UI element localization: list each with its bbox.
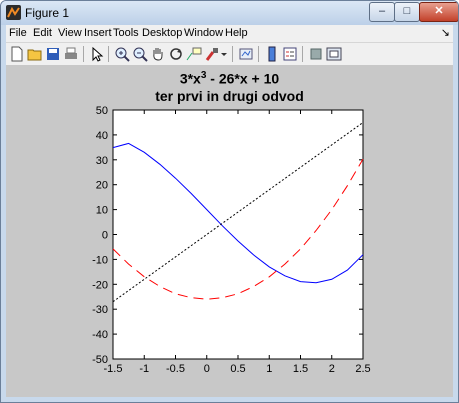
y-tick-label: -40: [92, 329, 108, 341]
x-tick-label: -1: [139, 363, 149, 375]
toolbar-separator: [232, 46, 233, 62]
minimize-button[interactable]: –: [369, 2, 395, 22]
figure-canvas: 3*x3 - 26*x + 10 ter prvi in drugi odvod…: [6, 65, 453, 397]
print-icon[interactable]: [63, 46, 79, 62]
data-cursor-icon[interactable]: [186, 46, 202, 62]
x-tick-label: 0: [204, 363, 210, 375]
window-title: Figure 1: [25, 6, 70, 20]
menu-help[interactable]: Help: [225, 27, 248, 39]
x-tick-label: -1.5: [104, 363, 123, 375]
matlab-logo-icon: [6, 5, 21, 20]
menu-desktop[interactable]: Desktop: [142, 27, 182, 39]
zoom-out-icon[interactable]: [132, 46, 148, 62]
link-plot-icon[interactable]: [238, 46, 254, 62]
y-tick-label: 20: [96, 180, 108, 192]
y-tick-label: -30: [92, 304, 108, 316]
toolbar-separator: [108, 46, 109, 62]
new-figure-icon[interactable]: [9, 46, 25, 62]
y-tick-label: 40: [96, 130, 108, 142]
maximize-button[interactable]: □: [394, 2, 420, 22]
y-tick-label: 50: [96, 105, 108, 117]
y-tick-label: -10: [92, 254, 108, 266]
x-tick-label: 0.5: [230, 363, 245, 375]
colorbar-icon[interactable]: [264, 46, 280, 62]
x-tick-label: 1.5: [293, 363, 308, 375]
menu-tools[interactable]: Tools: [113, 27, 139, 39]
y-tick-label: 0: [102, 230, 108, 242]
zoom-in-icon[interactable]: [114, 46, 130, 62]
brush-icon[interactable]: [204, 46, 220, 62]
dock-arrow-icon[interactable]: ↘: [441, 26, 450, 39]
save-icon[interactable]: [45, 46, 61, 62]
rotate-3d-icon[interactable]: [168, 46, 184, 62]
y-tick-label: 30: [96, 155, 108, 167]
toolbar-separator: [302, 46, 303, 62]
toolbar-separator: [258, 46, 259, 62]
edit-plot-arrow-icon[interactable]: [89, 46, 105, 62]
x-tick-label: 2: [329, 363, 335, 375]
legend-icon[interactable]: [282, 46, 298, 62]
y-tick-label: 10: [96, 205, 108, 217]
menu-bar: File Edit View Insert Tools Desktop Wind…: [6, 25, 453, 42]
x-tick-label: 2.5: [355, 363, 370, 375]
axes-box: [112, 109, 364, 360]
x-tick-label: 1: [266, 363, 272, 375]
y-tick-label: -20: [92, 279, 108, 291]
close-button[interactable]: ✕: [419, 2, 458, 22]
hide-plot-tools-icon[interactable]: [308, 46, 324, 62]
menu-window[interactable]: Window: [184, 27, 223, 39]
menu-insert[interactable]: Insert: [84, 27, 112, 39]
figure-toolbar: [6, 42, 453, 65]
brush-dropdown-icon[interactable]: [220, 46, 228, 62]
open-file-icon[interactable]: [27, 46, 43, 62]
show-plot-tools-icon[interactable]: [326, 46, 342, 62]
plot-area[interactable]: -50-40-30-20-1001020304050-1.5 -1 -0.5 0 0.5…: [6, 65, 453, 397]
x-tick-label: -0.5: [166, 363, 185, 375]
pan-hand-icon[interactable]: [150, 46, 166, 62]
menu-view[interactable]: View: [58, 27, 82, 39]
toolbar-separator: [83, 46, 84, 62]
menu-file[interactable]: File: [9, 27, 27, 39]
figure-window: Figure 1 – □ ✕ File Edit View Insert Too…: [0, 0, 459, 403]
menu-edit[interactable]: Edit: [33, 27, 52, 39]
title-bar[interactable]: Figure 1 – □ ✕: [1, 1, 458, 25]
